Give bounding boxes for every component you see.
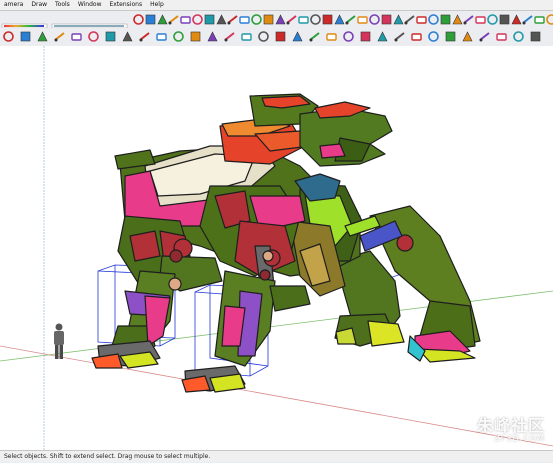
menu-item-window[interactable]: Window: [74, 0, 106, 10]
solid-tools-icon[interactable]: [155, 30, 168, 43]
wireframe-icon[interactable]: [189, 30, 202, 43]
left-view-icon[interactable]: [545, 13, 553, 26]
3d-viewport[interactable]: [0, 46, 553, 450]
layers-icon[interactable]: [376, 30, 389, 43]
watermark: 朱峰社区 ZF3D.COM: [477, 412, 545, 443]
entity-info-icon[interactable]: [478, 30, 491, 43]
menu-bar: amera Draw Tools Window Extensions Help: [0, 0, 553, 11]
display-section-icon[interactable]: [359, 30, 372, 43]
status-bar: Select objects. Shift to extend select. …: [0, 450, 553, 462]
photo-match-icon[interactable]: [495, 30, 508, 43]
scenes-icon[interactable]: [410, 30, 423, 43]
section-cuts-icon[interactable]: [325, 30, 338, 43]
textured-icon[interactable]: [240, 30, 253, 43]
menu-item-extensions[interactable]: Extensions: [105, 0, 146, 10]
section-fill-icon[interactable]: [342, 30, 355, 43]
intersect-icon[interactable]: [53, 30, 66, 43]
watermark-title: 朱峰社区: [476, 416, 545, 435]
fog-icon[interactable]: [308, 30, 321, 43]
model-info-icon[interactable]: [512, 30, 525, 43]
menu-item-tools[interactable]: Tools: [51, 0, 74, 10]
outer-shell-icon[interactable]: [138, 30, 151, 43]
extension-icon[interactable]: [529, 30, 542, 43]
monochrome-icon[interactable]: [257, 30, 270, 43]
subtract-icon[interactable]: [87, 30, 100, 43]
status-message: Select objects. Shift to extend select. …: [4, 453, 211, 460]
materials-icon[interactable]: [444, 30, 457, 43]
components-icon[interactable]: [461, 30, 474, 43]
component-icon[interactable]: [19, 30, 32, 43]
back-edges-icon[interactable]: [274, 30, 287, 43]
robot-model: [91, 93, 481, 393]
shadows-icon[interactable]: [291, 30, 304, 43]
menu-item-camera[interactable]: amera: [0, 0, 27, 10]
union-icon[interactable]: [70, 30, 83, 43]
sandbox-icon[interactable]: [2, 30, 15, 43]
toolbar-second: [0, 28, 553, 47]
menu-item-help[interactable]: Help: [146, 0, 168, 10]
trim-icon[interactable]: [104, 30, 117, 43]
split-icon[interactable]: [121, 30, 134, 43]
xray-icon[interactable]: [172, 30, 185, 43]
shaded-icon[interactable]: [223, 30, 236, 43]
hidden-line-icon[interactable]: [206, 30, 219, 43]
model-canvas: [0, 46, 553, 450]
toolbar-top: J F M A M J J A S O N D 06:42 AM Noon 04…: [0, 11, 553, 35]
outliner-icon[interactable]: [427, 30, 440, 43]
group-icon[interactable]: [36, 30, 49, 43]
styles-icon[interactable]: [393, 30, 406, 43]
menu-item-draw[interactable]: Draw: [27, 0, 51, 10]
red-axis: [0, 345, 553, 447]
